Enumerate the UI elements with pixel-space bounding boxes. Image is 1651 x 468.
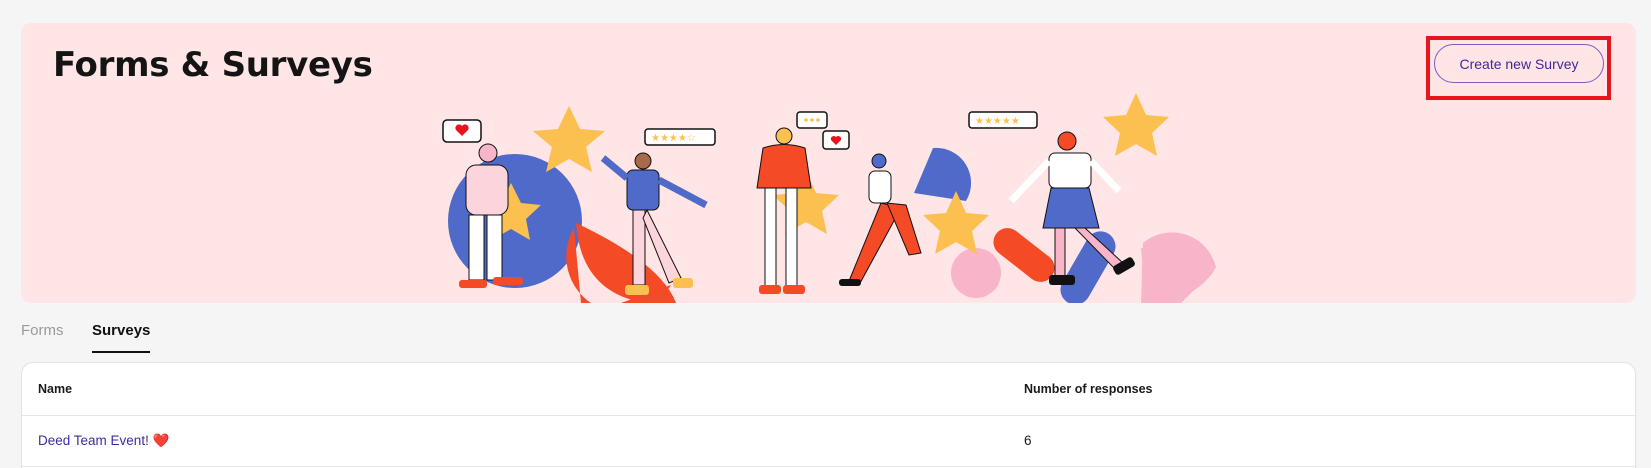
surveys-table: Name Number of responses Deed Team Event… [21,362,1636,468]
column-header-name[interactable]: Name [38,382,72,396]
svg-text:★★★★★: ★★★★★ [975,116,1020,127]
star-icon [1103,93,1169,156]
response-count: 6 [1024,433,1032,448]
star-rating-icon: ★★★★★ [968,111,1038,129]
star-icon [923,191,989,254]
blue-half-circle-shape [914,147,972,201]
heart-bubble-icon [822,130,850,150]
star-rating-icon: ★★★★☆ [644,128,716,146]
survey-illustration: ★★★★☆ ★★★★★ [442,93,1216,303]
column-header-responses[interactable]: Number of responses [1024,382,1153,396]
ellipsis-bubble-icon [796,111,828,129]
heart-emoji-icon: ❤️ [152,433,170,448]
tab-forms[interactable]: Forms [21,322,64,351]
svg-text:★★★★☆: ★★★★☆ [651,133,696,144]
table-header: Name Number of responses [22,363,1635,416]
heart-bubble-icon [442,119,482,143]
hero-banner: Forms & Surveys ★★★★☆ ★★★★★ Create new S… [21,23,1636,303]
survey-name-text[interactable]: Deed Team Event! [38,433,149,448]
person-figure [839,153,922,286]
survey-name-link[interactable]: Deed Team Event! ❤️ [38,433,170,449]
pink-circle-shape [951,248,1001,298]
tab-surveys[interactable]: Surveys [92,322,151,353]
create-new-survey-button[interactable]: Create new Survey [1434,44,1604,83]
table-row[interactable]: Deed Team Event! ❤️ 6 [22,417,1635,467]
